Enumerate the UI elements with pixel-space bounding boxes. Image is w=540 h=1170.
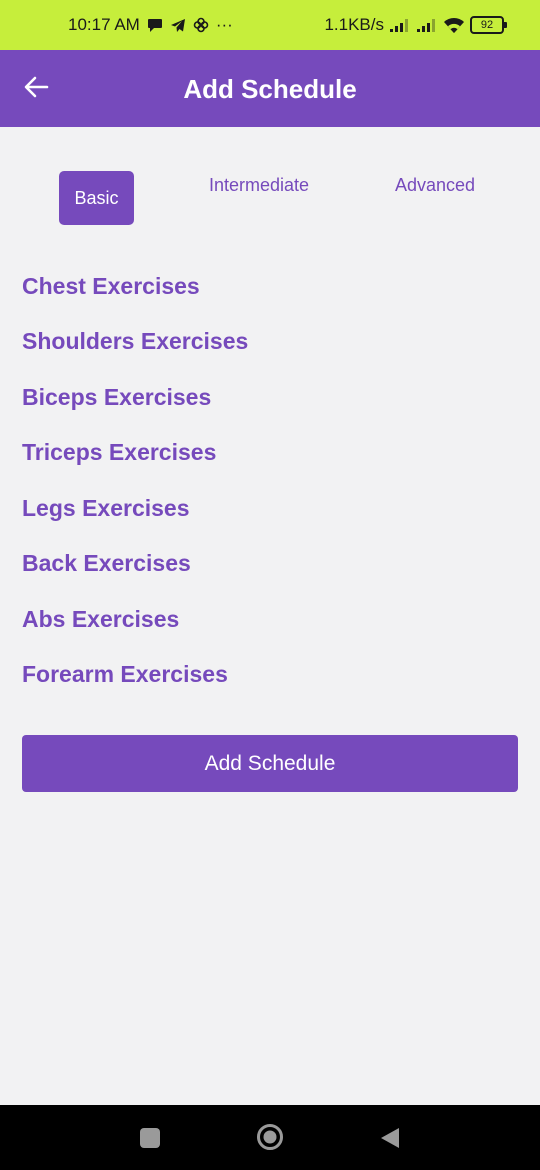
- signal-icon: [389, 17, 411, 33]
- status-left: 10:17 AM ···: [68, 15, 233, 35]
- wifi-icon: [443, 17, 465, 34]
- exercise-item-back[interactable]: Back Exercises: [22, 550, 191, 577]
- exercise-item-forearm[interactable]: Forearm Exercises: [22, 661, 228, 688]
- pinwheel-icon: [193, 17, 209, 33]
- app-bar: Add Schedule: [0, 50, 540, 127]
- exercise-item-triceps[interactable]: Triceps Exercises: [22, 439, 216, 466]
- status-time: 10:17 AM: [68, 15, 140, 34]
- exercise-item-shoulders[interactable]: Shoulders Exercises: [22, 328, 248, 355]
- exercise-item-legs[interactable]: Legs Exercises: [22, 495, 190, 522]
- back-icon[interactable]: [380, 1127, 400, 1154]
- telegram-icon: [170, 18, 186, 33]
- status-bar: 10:17 AM ··· 1.1KB/s 92: [0, 0, 540, 50]
- tab-intermediate[interactable]: Intermediate: [209, 175, 309, 196]
- status-right: 1.1KB/s 92: [324, 15, 507, 35]
- page-title: Add Schedule: [183, 74, 357, 104]
- recents-icon[interactable]: [139, 1127, 161, 1154]
- add-schedule-button[interactable]: Add Schedule: [22, 735, 518, 792]
- exercise-item-biceps[interactable]: Biceps Exercises: [22, 384, 211, 411]
- tab-advanced[interactable]: Advanced: [395, 175, 475, 196]
- battery-icon: 92: [470, 16, 507, 34]
- home-icon[interactable]: [256, 1123, 284, 1156]
- tab-basic[interactable]: Basic: [59, 171, 134, 225]
- exercise-item-chest[interactable]: Chest Exercises: [22, 273, 200, 300]
- more-notifications: ···: [215, 15, 233, 34]
- system-nav-bar: [0, 1105, 540, 1170]
- exercise-item-abs[interactable]: Abs Exercises: [22, 606, 179, 633]
- message-icon: [147, 18, 163, 33]
- network-speed: 1.1KB/s: [324, 15, 384, 34]
- signal-icon: [416, 17, 438, 33]
